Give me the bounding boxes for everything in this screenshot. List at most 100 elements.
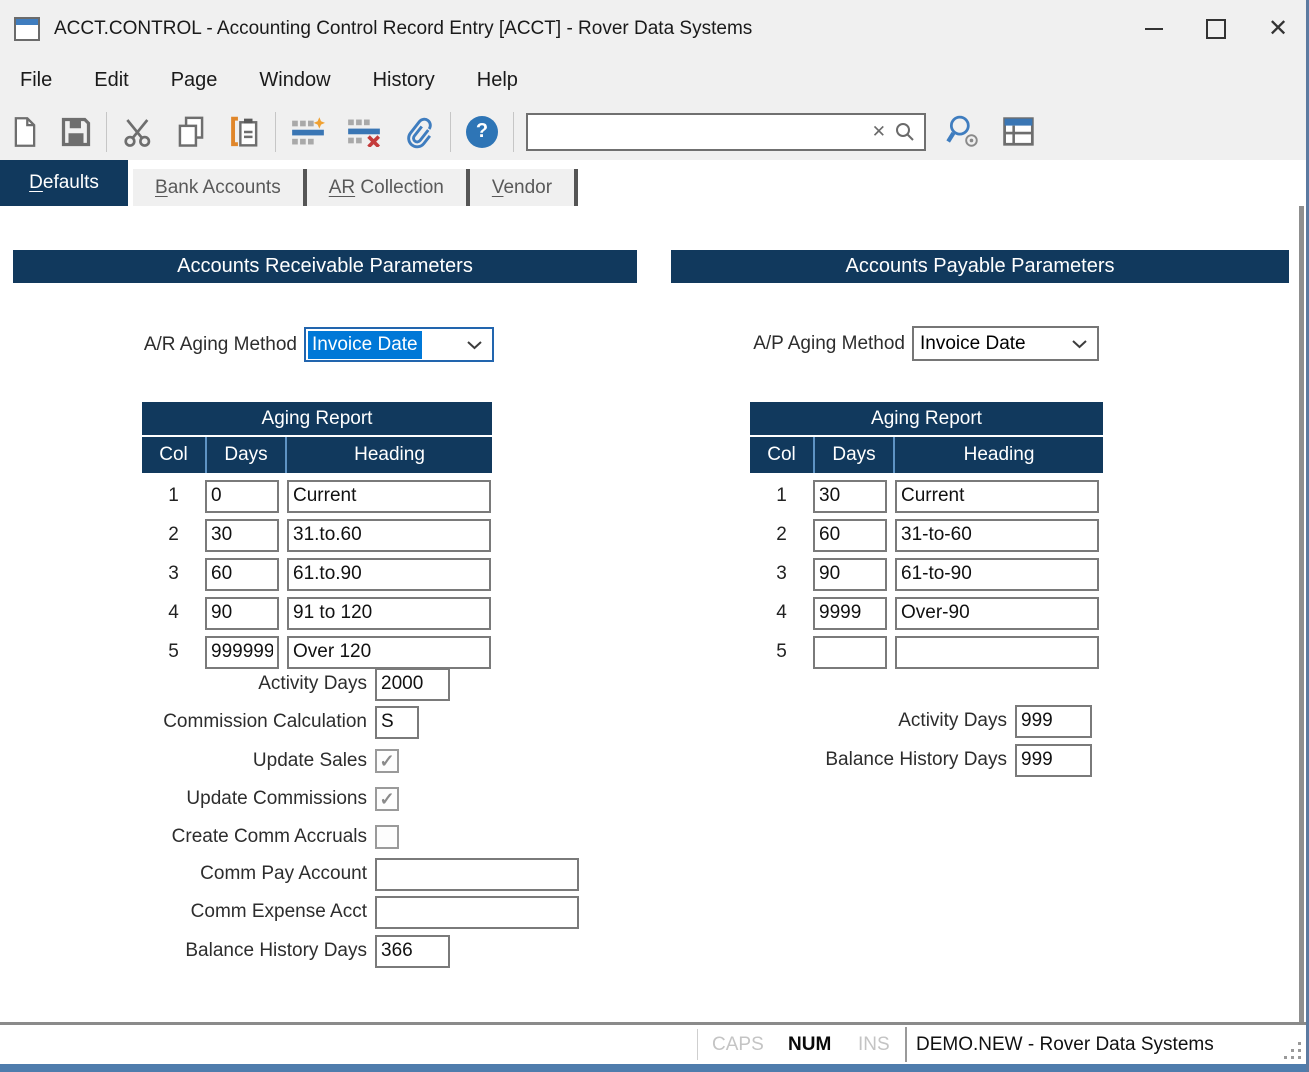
menu-page[interactable]: Page	[171, 69, 238, 92]
ar-days-input-2[interactable]	[205, 519, 279, 552]
resize-grip[interactable]	[1281, 1039, 1301, 1059]
ap-balance-history-input[interactable]	[1015, 744, 1092, 777]
layout-view-icon[interactable]	[992, 108, 1046, 156]
delete-row-icon[interactable]	[336, 108, 392, 156]
ar-heading-input-4[interactable]	[287, 597, 491, 630]
ar-aging-method-select[interactable]: Invoice Date	[304, 327, 494, 362]
ar-balance-history-input[interactable]	[375, 935, 450, 968]
caps-indicator: CAPS	[712, 1034, 764, 1056]
update-sales-checkbox[interactable]: ✓	[375, 749, 399, 773]
row-number: 1	[750, 485, 813, 507]
window-bottom-border	[0, 1064, 1309, 1072]
ar-days-input-3[interactable]	[205, 558, 279, 591]
ap-days-input-5[interactable]	[813, 636, 887, 669]
save-icon[interactable]	[50, 108, 102, 156]
num-indicator: NUM	[788, 1034, 831, 1056]
tab-bank-accounts[interactable]: Bank Accounts	[133, 169, 303, 206]
row-number: 3	[750, 563, 813, 585]
new-document-icon[interactable]	[0, 108, 50, 156]
ar-days-input-5[interactable]	[205, 636, 279, 669]
ap-days-input-1[interactable]	[813, 480, 887, 513]
search-box: ✕	[526, 113, 926, 151]
ar-heading-input-5[interactable]	[287, 636, 491, 669]
ar-days-input-4[interactable]	[205, 597, 279, 630]
menu-history[interactable]: History	[373, 69, 455, 92]
search-icon[interactable]	[894, 121, 924, 143]
row-number: 5	[750, 641, 813, 663]
ar-aging-title: Aging Report	[142, 402, 492, 435]
table-row: 5	[750, 633, 1103, 671]
help-icon[interactable]: ?	[455, 108, 509, 156]
maximize-button[interactable]	[1185, 0, 1247, 57]
ar-balance-history-row: Balance History Days	[0, 933, 450, 969]
comm-pay-account-input[interactable]	[375, 858, 579, 891]
content-right-edge	[1299, 206, 1304, 1022]
ap-heading-input-5[interactable]	[895, 636, 1099, 669]
ar-heading-input-2[interactable]	[287, 519, 491, 552]
attach-file-icon[interactable]	[392, 108, 446, 156]
ap-heading-input-4[interactable]	[895, 597, 1099, 630]
insert-row-icon[interactable]	[280, 108, 336, 156]
menu-edit[interactable]: Edit	[94, 69, 148, 92]
create-comm-accruals-checkbox[interactable]	[375, 825, 399, 849]
ap-days-input-4[interactable]	[813, 597, 887, 630]
chevron-down-icon	[467, 340, 492, 350]
tab-ar-collection[interactable]: AR Collection	[307, 169, 466, 206]
table-row: 2	[142, 516, 492, 554]
close-button[interactable]: ✕	[1247, 0, 1309, 57]
update-commissions-row: Update Commissions ✓	[0, 781, 399, 817]
comm-expense-acct-label: Comm Expense Acct	[0, 901, 375, 923]
menu-file[interactable]: File	[20, 69, 72, 92]
menu-help[interactable]: Help	[477, 69, 538, 92]
copy-icon[interactable]	[165, 108, 217, 156]
table-row: 3	[142, 555, 492, 593]
ap-aging-table: Aging Report Col Days Heading 1 2 3	[750, 402, 1103, 671]
clear-search-icon[interactable]: ✕	[864, 122, 894, 142]
minimize-button[interactable]	[1123, 0, 1185, 57]
ins-indicator: INS	[858, 1034, 890, 1056]
app-icon	[14, 17, 40, 41]
title-bar: ACCT.CONTROL - Accounting Control Record…	[0, 0, 1309, 57]
ap-activity-days-row: Activity Days	[660, 703, 1092, 739]
advanced-lookup-icon[interactable]	[934, 108, 992, 156]
ap-aging-method-select[interactable]: Invoice Date	[912, 326, 1099, 361]
commission-calc-label: Commission Calculation	[0, 711, 375, 733]
commission-calc-input[interactable]	[375, 706, 419, 739]
ar-days-input-1[interactable]	[205, 480, 279, 513]
ar-heading-input-3[interactable]	[287, 558, 491, 591]
ap-heading-input-3[interactable]	[895, 558, 1099, 591]
ar-aging-table: Aging Report Col Days Heading 1 2 3	[142, 402, 492, 671]
tab-defaults[interactable]: Defaults	[0, 160, 128, 206]
days-header: Days	[813, 437, 893, 473]
search-input[interactable]	[528, 115, 864, 149]
tab-vendor[interactable]: Vendor	[470, 169, 574, 206]
tab-strip: Defaults Bank Accounts AR Collection Ven…	[0, 160, 1309, 206]
ap-days-input-2[interactable]	[813, 519, 887, 552]
ap-heading-input-2[interactable]	[895, 519, 1099, 552]
row-number: 2	[142, 524, 205, 546]
ap-days-input-3[interactable]	[813, 558, 887, 591]
update-sales-row: Update Sales ✓	[0, 743, 399, 779]
ap-aging-title: Aging Report	[750, 402, 1103, 435]
chevron-down-icon	[1072, 339, 1097, 349]
row-number: 5	[142, 641, 205, 663]
menu-window[interactable]: Window	[259, 69, 350, 92]
statusbar-separator	[697, 1029, 698, 1060]
statusbar-separator	[905, 1027, 907, 1062]
menu-bar: File Edit Page Window History Help	[0, 57, 1309, 103]
ar-heading-input-1[interactable]	[287, 480, 491, 513]
update-commissions-checkbox[interactable]: ✓	[375, 787, 399, 811]
cut-icon[interactable]	[111, 108, 165, 156]
row-number: 4	[142, 602, 205, 624]
ar-activity-days-input[interactable]	[375, 668, 450, 701]
ap-activity-days-label: Activity Days	[660, 710, 1015, 732]
table-row: 1	[142, 477, 492, 515]
ap-heading-input-1[interactable]	[895, 480, 1099, 513]
heading-header: Heading	[285, 437, 492, 473]
paste-icon[interactable]	[217, 108, 271, 156]
comm-expense-acct-input[interactable]	[375, 896, 579, 929]
toolbar-separator	[106, 112, 107, 152]
ap-activity-days-input[interactable]	[1015, 705, 1092, 738]
ar-section-header: Accounts Receivable Parameters	[13, 250, 637, 283]
table-row: 3	[750, 555, 1103, 593]
